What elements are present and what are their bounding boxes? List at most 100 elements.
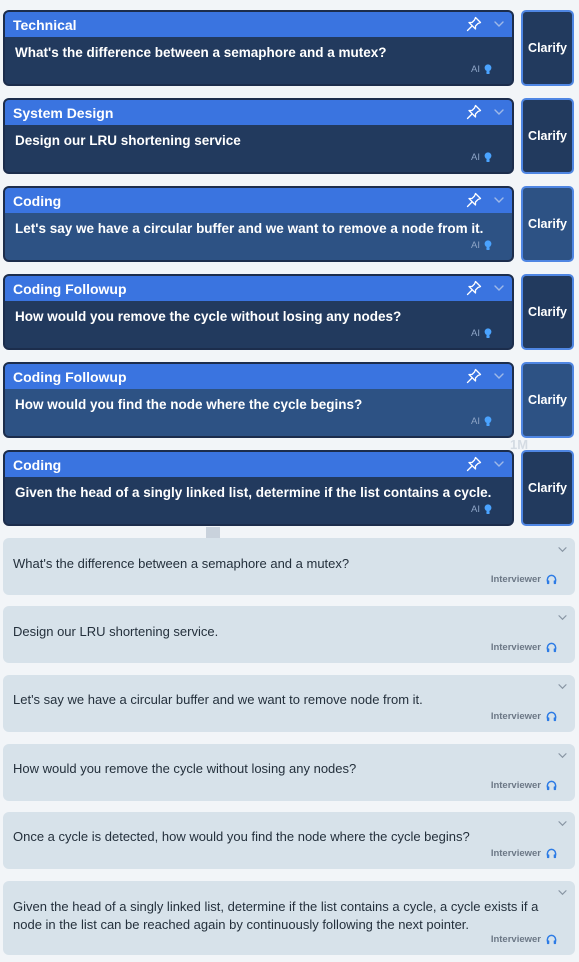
ai-label: AI: [471, 504, 480, 515]
ai-label: AI: [471, 328, 480, 339]
transcript-text: Once a cycle is detected, how would you …: [13, 829, 470, 844]
lightbulb-icon: [484, 416, 492, 426]
question-text: Given the head of a singly linked list, …: [15, 485, 492, 500]
ai-question-row: Coding Followup How would you find the n…: [3, 362, 576, 442]
question-text: What's the difference between a semaphor…: [15, 45, 387, 60]
lightbulb-icon: [484, 328, 492, 338]
question-text: Design our LRU shortening service: [15, 133, 241, 148]
ai-source-tag: AI: [471, 64, 492, 75]
pin-icon[interactable]: [466, 16, 482, 32]
pin-icon[interactable]: [466, 192, 482, 208]
chevron-down-icon[interactable]: [558, 546, 567, 553]
interviewer-label: Interviewer: [490, 780, 541, 791]
interviewer-tag: Interviewer: [491, 711, 557, 722]
ai-label: AI: [471, 240, 480, 251]
chevron-down-icon[interactable]: [494, 108, 504, 116]
headphones-icon: [546, 780, 557, 791]
clarify-button[interactable]: Clarify: [521, 274, 574, 350]
clarify-button[interactable]: Clarify: [521, 450, 574, 526]
ai-question-card[interactable]: Technical What's the difference between …: [3, 10, 514, 86]
transcript-text: Given the head of a singly linked list, …: [13, 899, 539, 932]
transcript-text: How would you remove the cycle without l…: [13, 761, 357, 776]
transcript-card[interactable]: How would you remove the cycle without l…: [3, 744, 575, 801]
ai-question-row: System Design Design our LRU shortening …: [3, 98, 576, 178]
transcript-text: Let's say we have a circular buffer and …: [13, 692, 423, 707]
clarify-button[interactable]: Clarify: [521, 10, 574, 86]
lightbulb-icon: [484, 64, 492, 74]
chevron-down-icon[interactable]: [558, 889, 567, 896]
ai-source-tag: AI: [471, 504, 492, 515]
ai-source-tag: AI: [471, 152, 492, 163]
question-text: How would you remove the cycle without l…: [15, 309, 402, 324]
question-category: Coding: [13, 456, 62, 473]
chevron-down-icon[interactable]: [494, 460, 504, 468]
interviewer-tag: Interviewer: [491, 934, 557, 945]
question-text: Let's say we have a circular buffer and …: [15, 221, 484, 236]
ai-question-card[interactable]: Coding Followup How would you find the n…: [3, 362, 514, 438]
interviewer-tag: Interviewer: [491, 642, 557, 653]
ai-question-row: Technical What's the difference between …: [3, 10, 576, 90]
transcript-text: Design our LRU shortening service.: [13, 624, 219, 639]
ai-question-card[interactable]: Coding Let's say we have a circular buff…: [3, 186, 514, 262]
headphones-icon: [546, 642, 557, 653]
pin-icon[interactable]: [466, 456, 482, 472]
question-category-header: System Design: [5, 100, 512, 125]
ai-question-card[interactable]: Coding Given the head of a singly linked…: [3, 450, 514, 526]
interviewer-label: Interviewer: [490, 848, 541, 859]
ai-source-tag: AI: [471, 328, 492, 339]
question-category: Coding Followup: [13, 368, 127, 385]
chevron-down-icon[interactable]: [558, 752, 567, 759]
question-category-header: Technical: [5, 12, 512, 37]
headphones-icon: [546, 848, 557, 859]
interviewer-label: Interviewer: [490, 711, 541, 722]
chevron-down-icon[interactable]: [494, 372, 504, 380]
interviewer-label: Interviewer: [490, 934, 541, 945]
interviewer-tag: Interviewer: [491, 574, 557, 585]
question-category-header: Coding Followup: [5, 276, 512, 301]
ai-label: AI: [471, 152, 480, 163]
clarify-button[interactable]: Clarify: [521, 98, 574, 174]
ai-label: AI: [471, 416, 480, 427]
question-category: System Design: [13, 104, 114, 121]
clarify-button[interactable]: Clarify: [521, 362, 574, 438]
lightbulb-icon: [484, 240, 492, 250]
ai-source-tag: AI: [471, 240, 492, 251]
question-category: Coding Followup: [13, 280, 127, 297]
transcript-text: What's the difference between a semaphor…: [13, 556, 350, 571]
chevron-down-icon[interactable]: [558, 683, 567, 690]
transcript-card[interactable]: Given the head of a singly linked list, …: [3, 881, 575, 955]
ai-question-row: Coding Given the head of a singly linked…: [3, 450, 576, 530]
pin-icon[interactable]: [466, 368, 482, 384]
interviewer-label: Interviewer: [490, 574, 541, 585]
clarify-button[interactable]: Clarify: [521, 186, 574, 262]
question-text: How would you find the node where the cy…: [15, 397, 363, 412]
chevron-down-icon[interactable]: [558, 614, 567, 621]
question-category-header: Coding: [5, 188, 512, 213]
chevron-down-icon[interactable]: [494, 196, 504, 204]
ai-question-card[interactable]: System Design Design our LRU shortening …: [3, 98, 514, 174]
question-category-header: Coding Followup: [5, 364, 512, 389]
lightbulb-icon: [484, 152, 492, 162]
ai-label: AI: [471, 64, 480, 75]
pin-icon[interactable]: [466, 280, 482, 296]
question-category-header: Coding: [5, 452, 512, 477]
transcript-card[interactable]: Once a cycle is detected, how would you …: [3, 812, 575, 869]
ai-question-row: Coding Followup How would you remove the…: [3, 274, 576, 354]
headphones-icon: [546, 711, 557, 722]
chevron-down-icon[interactable]: [558, 820, 567, 827]
ai-source-tag: AI: [471, 416, 492, 427]
headphones-icon: [546, 934, 557, 945]
interviewer-tag: Interviewer: [491, 780, 557, 791]
transcript-card[interactable]: Design our LRU shortening service. Inter…: [3, 606, 575, 663]
transcript-card[interactable]: What's the difference between a semaphor…: [3, 538, 575, 595]
question-category: Coding: [13, 192, 62, 209]
chevron-down-icon[interactable]: [494, 20, 504, 28]
transcript-card[interactable]: Let's say we have a circular buffer and …: [3, 675, 575, 732]
ai-question-card[interactable]: Coding Followup How would you remove the…: [3, 274, 514, 350]
headphones-icon: [546, 574, 557, 585]
chevron-down-icon[interactable]: [494, 284, 504, 292]
lightbulb-icon: [484, 504, 492, 514]
pin-icon[interactable]: [466, 104, 482, 120]
interviewer-label: Interviewer: [490, 642, 541, 653]
question-category: Technical: [13, 16, 77, 33]
